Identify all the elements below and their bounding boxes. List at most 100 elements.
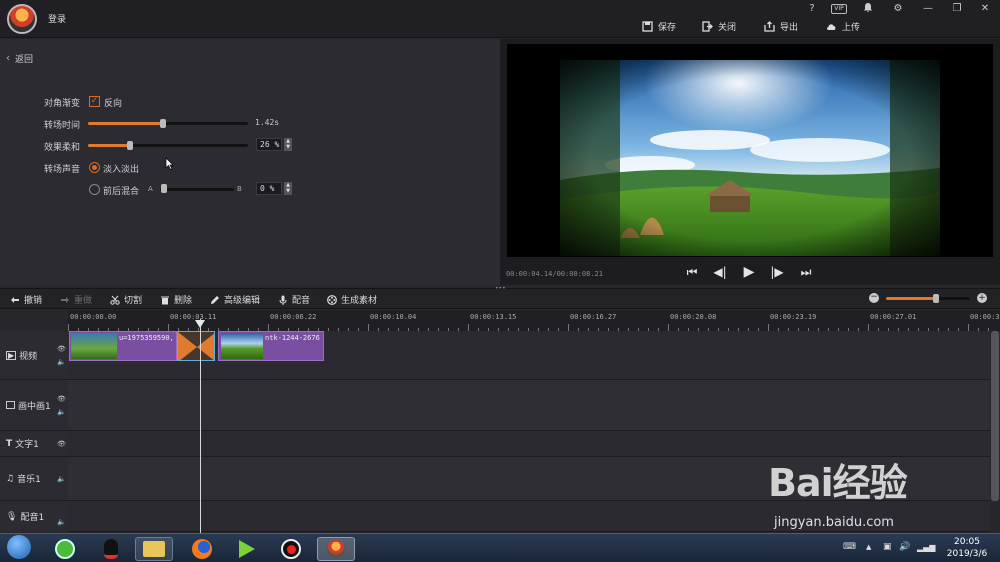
zoom-out-icon[interactable]: − <box>869 293 879 303</box>
signal-icon[interactable]: ▂▄▆ <box>917 543 935 552</box>
speaker-icon[interactable]: 🔈 <box>57 475 66 483</box>
playhead-line[interactable] <box>200 319 201 533</box>
taskbar-app-media[interactable] <box>228 537 266 561</box>
redo-button[interactable]: 重做 <box>60 293 92 306</box>
video-track[interactable]: u=1975359590, ntk-1244-2676 <box>68 331 990 380</box>
gear-icon[interactable]: ⚙ <box>890 2 906 16</box>
duration-slider-handle[interactable] <box>160 119 166 128</box>
eye-icon[interactable]: 👁 <box>57 440 66 448</box>
softness-slider-handle[interactable] <box>127 141 133 150</box>
playhead-marker[interactable] <box>195 320 205 328</box>
minimize-icon[interactable]: — <box>920 2 936 16</box>
ruler-major-tick <box>368 324 369 331</box>
ruler-major-tick <box>568 324 569 331</box>
mix-slider[interactable] <box>160 188 234 191</box>
timeline-ruler[interactable]: 00:00:00.00 00:00:03.11 00:00:06.22 00:00:1… <box>68 310 1000 331</box>
ruler-time-label: 00:00:23.19 <box>770 313 817 321</box>
login-link[interactable]: 登录 <box>48 12 66 25</box>
speaker-icon[interactable]: 🔈 <box>57 358 66 366</box>
delete-button[interactable]: 删除 <box>160 293 192 306</box>
undo-button[interactable]: 撤销 <box>10 293 42 306</box>
eye-icon[interactable]: 👁 <box>57 395 66 403</box>
mix-stepper[interactable]: ▲ ▼ <box>284 182 292 195</box>
splitter-handle[interactable]: ••• <box>495 285 506 292</box>
cut-button[interactable]: 切割 <box>110 293 142 306</box>
softness-input[interactable]: 26 % <box>256 138 282 151</box>
firefox-icon <box>192 539 212 559</box>
restore-icon[interactable]: ❐ <box>949 2 965 16</box>
redo-icon <box>61 296 69 303</box>
skip-to-start-button[interactable]: ⏮ <box>685 265 699 279</box>
bell-icon[interactable] <box>860 2 876 16</box>
ruler-time-label: 00:00:16.27 <box>570 313 617 321</box>
zoom-slider-fill <box>886 297 936 300</box>
pencil-icon <box>211 295 219 304</box>
fade-radio[interactable] <box>89 162 100 173</box>
clip-thumbnail <box>221 333 263 359</box>
volume-icon[interactable]: 🔊 <box>899 542 910 552</box>
taskbar-app-qq[interactable] <box>92 537 130 561</box>
taskbar-app-editor[interactable] <box>317 537 355 561</box>
help-icon[interactable]: ? <box>804 2 820 16</box>
cloud-upload-icon <box>827 23 836 30</box>
save-button[interactable]: 保存 <box>642 18 676 34</box>
taskbar-clock[interactable]: 20:05 2019/3/6 <box>938 536 996 560</box>
dub-label: 配音 <box>292 296 311 306</box>
delete-label: 删除 <box>174 296 193 306</box>
dub-track-label: 配音1 <box>20 513 45 523</box>
softness-stepper[interactable]: ▲ ▼ <box>284 138 292 151</box>
ruler-time-label: 00:00:27.01 <box>870 313 917 321</box>
video-clip-1[interactable]: u=1975359590, <box>69 331 177 361</box>
mouse-cursor-icon <box>165 157 174 170</box>
zoom-slider-handle[interactable] <box>933 294 939 303</box>
pip-track[interactable] <box>68 380 990 431</box>
start-button[interactable] <box>4 535 34 559</box>
eye-icon[interactable]: 👁 <box>57 345 66 353</box>
upload-button[interactable]: 上传 <box>826 18 860 34</box>
text-track-label: 文字1 <box>15 440 39 450</box>
mix-slider-handle[interactable] <box>161 184 167 193</box>
zoom-in-icon[interactable]: + <box>977 293 987 303</box>
ruler-time-label: 00:00:03.11 <box>170 313 217 321</box>
duration-label: 转场时间 <box>44 121 81 131</box>
track-header-dub: 🎙 配音1 <box>0 501 68 532</box>
ruler-time-label: 00:00:10.04 <box>370 313 417 321</box>
taskbar-app-360[interactable] <box>46 537 84 561</box>
speaker-icon[interactable]: 🔈 <box>57 408 66 416</box>
close-icon[interactable]: ✕ <box>977 2 993 16</box>
close-project-button[interactable]: 关闭 <box>702 18 736 34</box>
back-button[interactable]: ‹ 返回 <box>6 52 33 65</box>
tray-expand-icon[interactable]: ▲ <box>866 543 871 551</box>
mix-input[interactable]: 0 % <box>256 182 282 195</box>
clock-date: 2019/3/6 <box>946 549 988 559</box>
track-header-pip: 画中画1 <box>0 380 68 431</box>
video-track-label: 视频 <box>19 351 38 362</box>
vip-icon[interactable]: VIP <box>831 4 847 14</box>
skip-to-end-button[interactable]: ⏭ <box>799 265 813 279</box>
speaker-icon[interactable]: 🔈 <box>57 518 66 526</box>
taskbar-app-explorer[interactable] <box>135 537 173 561</box>
preview-timecode: 00:00:04.14/00:00:08.21 <box>506 270 603 278</box>
transition-clip[interactable] <box>177 331 215 361</box>
ruler-major-tick <box>768 324 769 331</box>
export-button[interactable]: 导出 <box>764 18 798 34</box>
music-note-icon: ♫ <box>6 473 15 484</box>
trash-icon <box>161 296 169 304</box>
play-button[interactable]: ▶ <box>742 265 756 279</box>
app-logo <box>7 4 37 34</box>
exit-icon <box>702 20 713 32</box>
generate-material-button[interactable]: 生成素材 <box>327 293 377 306</box>
taskbar-app-recorder[interactable] <box>272 537 310 561</box>
mix-radio[interactable] <box>89 184 100 195</box>
next-frame-button[interactable]: |▶ <box>770 265 784 279</box>
network-icon[interactable]: ▣ <box>883 542 892 552</box>
previous-frame-button[interactable]: ◀| <box>713 265 727 279</box>
keyboard-icon[interactable]: ⌨ <box>843 542 856 552</box>
taskbar-app-firefox[interactable] <box>183 537 221 561</box>
reverse-checkbox[interactable]: ✓ <box>89 96 100 107</box>
video-clip-2[interactable]: ntk-1244-2676 <box>218 331 324 361</box>
timeline-scrollbar[interactable] <box>991 331 999 501</box>
advanced-edit-button[interactable]: 高级编辑 <box>210 293 260 306</box>
dub-button[interactable]: 配音 <box>278 293 310 306</box>
folder-icon <box>143 541 165 557</box>
